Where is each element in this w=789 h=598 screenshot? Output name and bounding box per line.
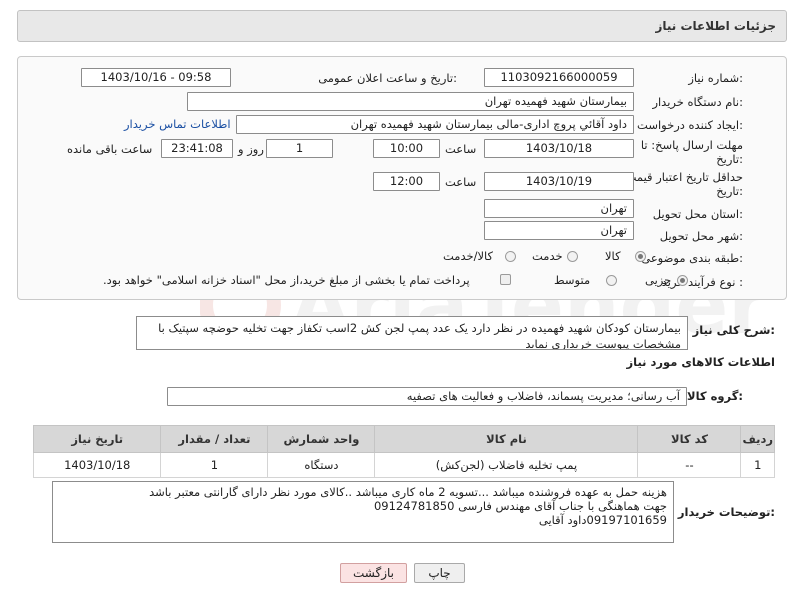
validity-time-field[interactable]: 12:00 <box>373 172 440 191</box>
description-label: شرح کلی نیاز: <box>692 323 775 337</box>
remaining-time-field[interactable]: 23:41:08 <box>161 139 233 158</box>
buyer-notes-label: توضیحات خریدار: <box>677 505 775 519</box>
process-minor-radio[interactable] <box>677 275 688 286</box>
cell-need-date: 1403/10/18 <box>32 452 162 478</box>
buyer-notes-textarea[interactable]: هزینه حمل به عهده فروشنده میباشد ...تسوی… <box>52 481 674 543</box>
col-item-name: نام کالا <box>374 425 639 453</box>
table-header-row: ردیف کد کالا نام کالا واحد شمارش تعداد /… <box>32 425 775 453</box>
buyer-contact-link[interactable]: اطلاعات تماس خریدار <box>124 117 231 131</box>
cell-item-code: -- <box>637 452 742 478</box>
panel-header: جزئیات اطلاعات نیاز <box>17 10 787 42</box>
buyer-notes-line-2: جهت هماهنگی با جناب آقای مهندس فارسی 091… <box>373 499 667 513</box>
validity-time-word: ساعت <box>445 175 477 189</box>
goods-group-label: گروه کالا: <box>687 389 743 403</box>
table-row[interactable]: 1 -- پمپ تخلیه فاضلاب (لجن‌کش) دستگاه 1 … <box>32 452 775 478</box>
buyer-org-field[interactable]: بیمارستان شهید فهمیده تهران <box>187 92 634 111</box>
process-medium-label: متوسط <box>554 273 591 287</box>
province-field[interactable]: تهران <box>484 199 634 218</box>
col-unit: واحد شمارش <box>267 425 376 453</box>
col-item-code: کد کالا <box>637 425 742 453</box>
days-word: روز و <box>238 142 264 156</box>
validity-date-field[interactable]: 1403/10/19 <box>484 172 634 191</box>
category-goods-label: کالا <box>605 249 621 263</box>
need-number-field[interactable]: 1103092166000059 <box>484 68 634 87</box>
process-medium-radio[interactable] <box>606 275 617 286</box>
category-goods-service-radio[interactable] <box>505 251 516 262</box>
category-service-label: خدمت <box>532 249 563 263</box>
requester-field[interactable]: داود آقائي پروچ اداری-مالی بیمارستان شهی… <box>236 115 634 134</box>
deadline-date-field[interactable]: 1403/10/18 <box>484 139 634 158</box>
col-need-date: تاریخ نیاز <box>32 425 162 453</box>
treasury-checkbox[interactable] <box>500 274 511 285</box>
print-button[interactable]: چاپ <box>414 563 465 583</box>
announce-datetime-field[interactable]: 1403/10/16 - 09:58 <box>81 68 231 87</box>
province-label: استان محل تحویل: <box>652 207 743 221</box>
col-row-number: ردیف <box>740 425 775 453</box>
days-remaining-field[interactable]: 1 <box>266 139 333 158</box>
cell-unit: دستگاه <box>267 452 376 478</box>
city-field[interactable]: تهران <box>484 221 634 240</box>
deadline-time-word: ساعت <box>445 142 477 156</box>
remaining-word: ساعت باقی مانده <box>67 142 153 156</box>
cell-quantity: 1 <box>160 452 269 478</box>
process-minor-label: جزیی <box>645 273 672 287</box>
panel-title: جزئیات اطلاعات نیاز <box>655 19 776 33</box>
category-goods-radio[interactable] <box>635 251 646 262</box>
buyer-notes-line-3: 09197101659داود آقایی <box>538 513 667 527</box>
buyer-notes-line-1: هزینه حمل به عهده فروشنده میباشد ...تسوی… <box>149 485 667 499</box>
category-label: طبقه بندی موضوعی: <box>641 251 743 265</box>
cell-item-name: پمپ تخلیه فاضلاب (لجن‌کش) <box>374 452 639 478</box>
city-label: شهر محل تحویل: <box>659 229 743 243</box>
goods-table: ردیف کد کالا نام کالا واحد شمارش تعداد /… <box>32 425 775 478</box>
goods-group-field[interactable]: آب رسانی؛ مدیریت پسماند، فاضلاب و فعالیت… <box>167 387 687 406</box>
deadline-time-field[interactable]: 10:00 <box>373 139 440 158</box>
validity-date-label: تاریخ: <box>716 184 743 198</box>
need-number-label: شماره نیاز: <box>688 71 743 85</box>
process-label: نوع فرآیند خرید : <box>661 275 743 289</box>
goods-section-title: اطلاعات کالاهای مورد نیاز <box>626 355 775 369</box>
category-goods-service-label: کالا/خدمت <box>443 249 494 263</box>
announce-datetime-label: تاریخ و ساعت اعلان عمومی: <box>318 71 457 85</box>
col-quantity: تعداد / مقدار <box>160 425 269 453</box>
deadline-date-label: تاریخ: <box>716 152 743 166</box>
deadline-label: مهلت ارسال پاسخ: تا <box>640 138 743 152</box>
back-button[interactable]: بازگشت <box>340 563 407 583</box>
description-textarea[interactable]: بیمارستان کودکان شهید فهمیده در نظر دارد… <box>136 316 688 350</box>
requester-label: ایجاد کننده درخواست: <box>637 118 743 132</box>
cell-row-number: 1 <box>740 452 775 478</box>
process-note: پرداخت تمام یا بخشی از مبلغ خرید،از محل … <box>103 273 470 287</box>
buyer-org-label: نام دستگاه خریدار: <box>652 95 743 109</box>
category-service-radio[interactable] <box>567 251 578 262</box>
